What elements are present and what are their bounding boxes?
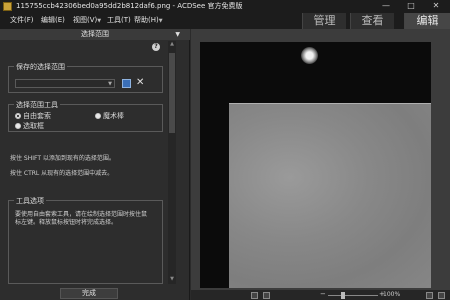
saved-selection-group: 保存的选择范围 ▼ ✕ <box>8 62 163 93</box>
panel-header[interactable]: 选择范围 ▼ <box>0 29 190 40</box>
tool-options-text: 要使用自由套索工具，请在绘制选择范围时按住鼠标左键。释放鼠标按钮时将完成选择。 <box>15 211 148 226</box>
tool-options-group: 工具选项 要使用自由套索工具，请在绘制选择范围时按住鼠标左键。释放鼠标按钮时将完… <box>8 196 163 284</box>
ctrl-hint: 按住 CTRL 从现有的选择范围中减去。 <box>10 170 114 177</box>
tab-view[interactable]: 查看 <box>350 13 394 29</box>
menu-view[interactable]: 视图(V)▼ <box>73 15 101 25</box>
tab-manage[interactable]: 管理 <box>302 13 346 29</box>
radio-freehand-lasso[interactable]: 自由套索 <box>15 111 51 121</box>
actual-size-icon[interactable] <box>426 292 433 299</box>
status-bar: − + 100% <box>191 290 450 300</box>
paper-image <box>229 103 431 288</box>
zoom-out-button[interactable]: − <box>320 290 326 298</box>
shift-hint: 按住 SHIFT 以添加到现有的选择范围。 <box>10 155 115 162</box>
image-canvas[interactable] <box>200 42 431 288</box>
maximize-button[interactable]: □ <box>399 0 423 12</box>
help-icon[interactable]: ? <box>152 43 160 51</box>
radio-icon <box>95 113 101 119</box>
scroll-down-icon[interactable]: ▼ <box>168 276 176 284</box>
menu-file[interactable]: 文件(F) <box>10 15 34 25</box>
radio-icon <box>15 123 21 129</box>
actual-size-icon[interactable] <box>263 292 270 299</box>
delete-selection-icon[interactable]: ✕ <box>136 77 144 88</box>
scroll-up-icon[interactable]: ▲ <box>168 41 176 49</box>
zoom-level: 100% <box>383 291 401 298</box>
close-button[interactable]: ✕ <box>424 0 448 12</box>
minimize-button[interactable]: — <box>374 0 398 12</box>
scroll-thumb[interactable] <box>169 53 175 133</box>
fullscreen-icon[interactable] <box>438 292 445 299</box>
image-viewer[interactable] <box>191 29 450 290</box>
saved-selection-title: 保存的选择范围 <box>14 62 67 72</box>
panel-title: 选择范围 <box>81 30 109 38</box>
radio-magic-wand[interactable]: 魔术棒 <box>95 111 124 121</box>
chevron-down-icon: ▼ <box>158 18 163 24</box>
fit-icon[interactable] <box>251 292 258 299</box>
title-bar: 115755ccb42306bed0a95dd2b812daf6.png - A… <box>0 0 450 13</box>
menu-help[interactable]: 帮助(H)▼ <box>134 15 163 25</box>
selection-panel: 选择范围 ▼ ? 保存的选择范围 ▼ ✕ 选择范围工具 自由套索 魔术棒 选取框… <box>0 29 190 300</box>
chevron-down-icon: ▼ <box>97 18 102 24</box>
light-bulb-image <box>301 47 318 64</box>
save-selection-icon[interactable] <box>122 79 131 88</box>
chevron-down-icon: ▼ <box>108 81 112 87</box>
panel-scrollbar[interactable]: ▲ ▼ <box>168 41 176 284</box>
selection-tool-group: 选择范围工具 自由套索 魔术棒 选取框 <box>8 100 163 132</box>
zoom-slider[interactable] <box>328 295 378 296</box>
radio-marquee[interactable]: 选取框 <box>15 121 44 131</box>
menu-tools[interactable]: 工具(T) <box>107 15 131 25</box>
selection-tool-title: 选择范围工具 <box>14 100 60 110</box>
tab-edit[interactable]: 编辑 <box>404 13 450 29</box>
window-title: 115755ccb42306bed0a95dd2b812daf6.png - A… <box>16 2 243 10</box>
zoom-slider-thumb[interactable] <box>341 292 345 299</box>
tool-options-title: 工具选项 <box>14 196 46 206</box>
done-button[interactable]: 完成 <box>60 288 118 299</box>
radio-selected-icon <box>15 113 21 119</box>
menu-edit[interactable]: 编辑(E) <box>41 15 65 25</box>
chevron-down-icon[interactable]: ▼ <box>175 29 180 40</box>
app-icon <box>3 2 12 11</box>
saved-selection-dropdown[interactable]: ▼ <box>15 79 115 88</box>
